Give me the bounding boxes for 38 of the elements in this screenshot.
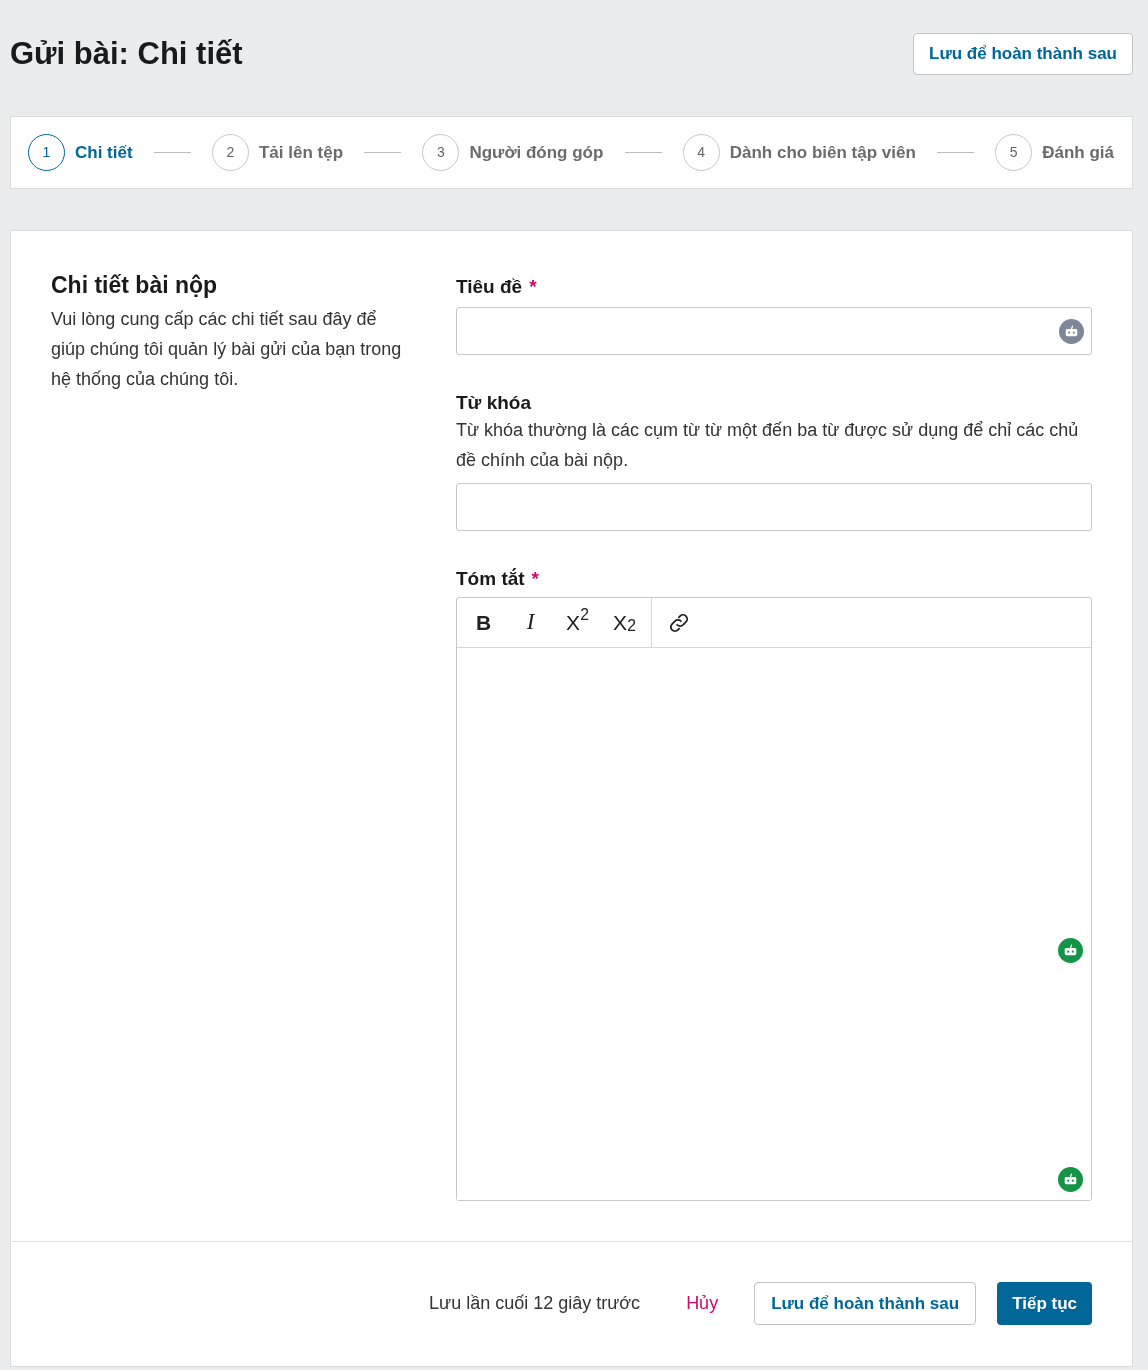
page-title: Gửi bài: Chi tiết	[10, 35, 243, 73]
text-input-field[interactable]	[456, 483, 1092, 531]
step-tab[interactable]: 3 Người đóng góp	[422, 134, 604, 171]
step-tab[interactable]: 4 Dành cho biên tập viên	[682, 134, 916, 171]
field-label: Từ khóa	[456, 391, 532, 415]
step-number: 4	[682, 134, 720, 171]
cancel-link[interactable]: Hủy	[686, 1290, 719, 1317]
superscript-button[interactable]: X$^{2}$	[554, 602, 601, 643]
step-connector	[937, 152, 974, 153]
section-description: Vui lòng cung cấp các chi tiết sau đây để giúp chúng tôi quản lý bài gửi của bạn trong hệ thống của chúng tôi.	[51, 308, 403, 391]
italic-button[interactable]: I	[507, 602, 554, 643]
robot-icon[interactable]	[1058, 938, 1083, 963]
required-asterisk: *	[531, 567, 539, 591]
save-for-later-button[interactable]: Lưu để hoàn thành sau	[913, 33, 1133, 75]
continue-button[interactable]: Tiếp tục	[997, 1282, 1092, 1325]
robot-icon[interactable]	[1058, 1167, 1083, 1192]
required-asterisk: *	[529, 275, 537, 299]
step-tab[interactable]: 1 Chi tiết	[28, 134, 133, 171]
step-number: 5	[995, 134, 1033, 171]
save-for-later-button[interactable]: Lưu để hoàn thành sau	[754, 1282, 977, 1325]
robot-icon[interactable]	[1059, 319, 1084, 344]
step-tab[interactable]: 5 Đánh giá	[995, 134, 1114, 171]
field-label: Tiêu đề	[456, 275, 523, 299]
step-number: 3	[422, 134, 460, 171]
step-connector	[364, 152, 402, 153]
step-number: 2	[212, 134, 249, 171]
step-tab[interactable]: 2 Tải lên tệp	[212, 134, 344, 171]
link-icon	[667, 611, 690, 634]
step-number: 1	[28, 134, 65, 171]
field-label: Tóm tắt	[456, 567, 525, 591]
field-description: Từ khóa thường là các cụm từ từ một đến ba từ được sử dụng để chỉ các chủ đề chính của bài nộp.	[456, 419, 1080, 472]
step-connector	[624, 152, 662, 153]
section-heading: Chi tiết bài nộp	[51, 271, 219, 300]
subscript-button[interactable]: X$_{2}$	[601, 602, 648, 643]
last-saved-text: Lưu lần cuối 12 giây trước	[429, 1292, 641, 1315]
step-connector	[153, 152, 191, 153]
bold-button[interactable]: B	[460, 602, 507, 643]
text-input-field[interactable]	[456, 307, 1092, 355]
